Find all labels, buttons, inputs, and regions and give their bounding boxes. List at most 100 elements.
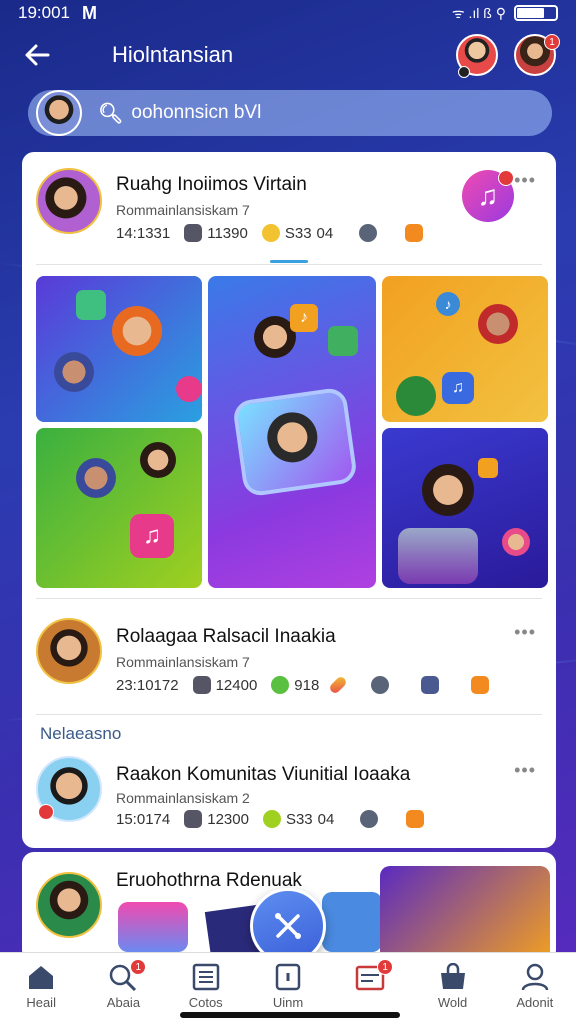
- chat-icon[interactable]: [421, 676, 440, 694]
- nav-search[interactable]: 1 Abaia: [82, 953, 164, 1024]
- person-image: [478, 304, 518, 344]
- stat-value: 23:10172: [116, 676, 179, 694]
- photo-icon: [192, 676, 211, 694]
- search-bar[interactable]: 🔍︎ oohonnsicn bVl: [28, 90, 552, 136]
- timestamp-stat: 14:1331: [116, 225, 170, 242]
- stat-value: S33: [284, 224, 312, 242]
- mail-icon: M: [82, 2, 97, 23]
- media-thumbnail[interactable]: [380, 866, 550, 962]
- avatar[interactable]: [36, 618, 102, 684]
- views-stat: 12400: [192, 676, 258, 694]
- avatar-status-icon: [458, 66, 470, 78]
- timestamp-stat: 15:0174: [116, 811, 170, 828]
- post-subtitle: Rommainlansiskam 7: [116, 654, 250, 670]
- music-icon: ♪: [290, 304, 318, 332]
- app-icon: [478, 458, 498, 478]
- post-title: Ruahg Inoiimos Virtain: [116, 174, 307, 195]
- media-thumbnail[interactable]: [322, 892, 382, 952]
- nav-label: Uinm: [272, 995, 304, 1010]
- music-icon: [396, 376, 436, 416]
- feed-item[interactable]: Rolaagaa Ralsacil Inaakia Rommainlansisk…: [22, 608, 556, 718]
- timestamp-stat: 23:10172: [116, 677, 179, 694]
- home-indicator[interactable]: [180, 1012, 400, 1018]
- person-seat: [398, 528, 478, 584]
- add-icon: [275, 963, 301, 991]
- tab-indicator: [270, 260, 308, 263]
- media-tile[interactable]: ♫: [36, 428, 202, 588]
- search-input[interactable]: oohonnsicn bVl: [131, 102, 261, 124]
- likes-stat: S33 04: [261, 224, 334, 242]
- nav-label: Abaia: [106, 995, 141, 1010]
- profile-icon: [521, 963, 549, 991]
- photo-icon: [184, 810, 203, 828]
- media-tile[interactable]: ♪: [208, 276, 376, 588]
- home-icon: [29, 966, 54, 989]
- notification-badge: 1: [130, 959, 147, 975]
- divider: [36, 264, 542, 265]
- connect-icon: [275, 913, 301, 939]
- battery-icon: [514, 5, 558, 21]
- avatar[interactable]: [36, 872, 102, 938]
- nav-label: Heail: [26, 995, 56, 1010]
- divider: [36, 598, 542, 599]
- nav-shop[interactable]: Wold: [411, 953, 493, 1024]
- stat-value: S33: [285, 810, 313, 828]
- avatar[interactable]: [36, 168, 102, 234]
- photo-icon: [184, 224, 203, 242]
- more-options-icon[interactable]: •••: [514, 622, 536, 643]
- media-tile[interactable]: [382, 428, 548, 588]
- like-icon: [271, 676, 290, 694]
- nav-label: Cotos: [188, 995, 223, 1010]
- nav-home[interactable]: Heail: [0, 953, 82, 1024]
- nav-label: Wold: [437, 995, 468, 1010]
- stat-value: 12300: [207, 810, 249, 828]
- more-options-icon[interactable]: •••: [514, 760, 536, 781]
- likes-stat: 918: [271, 676, 319, 694]
- more-options-icon[interactable]: •••: [514, 170, 536, 191]
- comment-icon[interactable]: [360, 810, 379, 828]
- nav-profile[interactable]: Adonit: [494, 953, 576, 1024]
- like-icon: [262, 810, 281, 828]
- app-header: Hiolntansian 1: [0, 28, 576, 84]
- like-icon: [261, 224, 280, 242]
- person-image: [76, 458, 116, 498]
- post-title: Eruohothrna Rdenuak: [116, 870, 302, 891]
- post-subtitle: Rommainlansiskam 7: [116, 202, 250, 218]
- share-icon[interactable]: [406, 810, 425, 828]
- pencil-icon[interactable]: [328, 675, 349, 695]
- notification-badge: 1: [544, 34, 560, 50]
- media-tile[interactable]: ♫ ♪: [382, 276, 548, 422]
- shop-icon: [440, 963, 465, 989]
- share-icon[interactable]: [405, 224, 424, 242]
- media-grid[interactable]: ♪ ♫ ♪ ♫: [36, 276, 548, 588]
- back-arrow-icon[interactable]: [22, 40, 52, 70]
- media-thumbnail[interactable]: [118, 902, 188, 952]
- page-title: Hiolntansian: [112, 42, 234, 67]
- app-icon: [176, 376, 202, 402]
- stat-value: 15:0174: [116, 810, 171, 828]
- music-icon: ♫: [130, 514, 174, 558]
- post-stats: 23:10172 12400 918: [116, 675, 490, 695]
- share-icon[interactable]: [471, 676, 490, 694]
- comment-icon[interactable]: [371, 676, 390, 694]
- person-image: [422, 464, 474, 516]
- music-icon: ♫: [442, 372, 474, 404]
- feed-item[interactable]: Raakon Komunitas Viunitial Ioaaka Rommai…: [22, 748, 556, 858]
- stat-value: 14:1331: [116, 224, 171, 242]
- stat-value: 04: [316, 224, 334, 242]
- post-subtitle: Rommainlansiskam 2: [116, 790, 250, 806]
- list-icon: [192, 963, 219, 991]
- views-stat: 12300: [184, 810, 249, 828]
- feed-item[interactable]: Ruahg Inoiimos Virtain Rommainlansiskam …: [22, 152, 556, 262]
- music-icon: ♪: [436, 292, 460, 316]
- post-title: Raakon Komunitas Viunitial Ioaaka: [116, 764, 411, 785]
- post-stats: 14:1331 11390 S33 04: [116, 224, 424, 242]
- person-image: [112, 306, 162, 356]
- avatar[interactable]: [36, 90, 82, 136]
- comment-icon[interactable]: [359, 224, 378, 242]
- phone-device: [231, 386, 359, 498]
- stat-value: 918: [294, 676, 320, 694]
- stat-value: 12400: [215, 676, 258, 694]
- media-tile[interactable]: [36, 276, 202, 422]
- status-time: 19:001: [18, 3, 70, 22]
